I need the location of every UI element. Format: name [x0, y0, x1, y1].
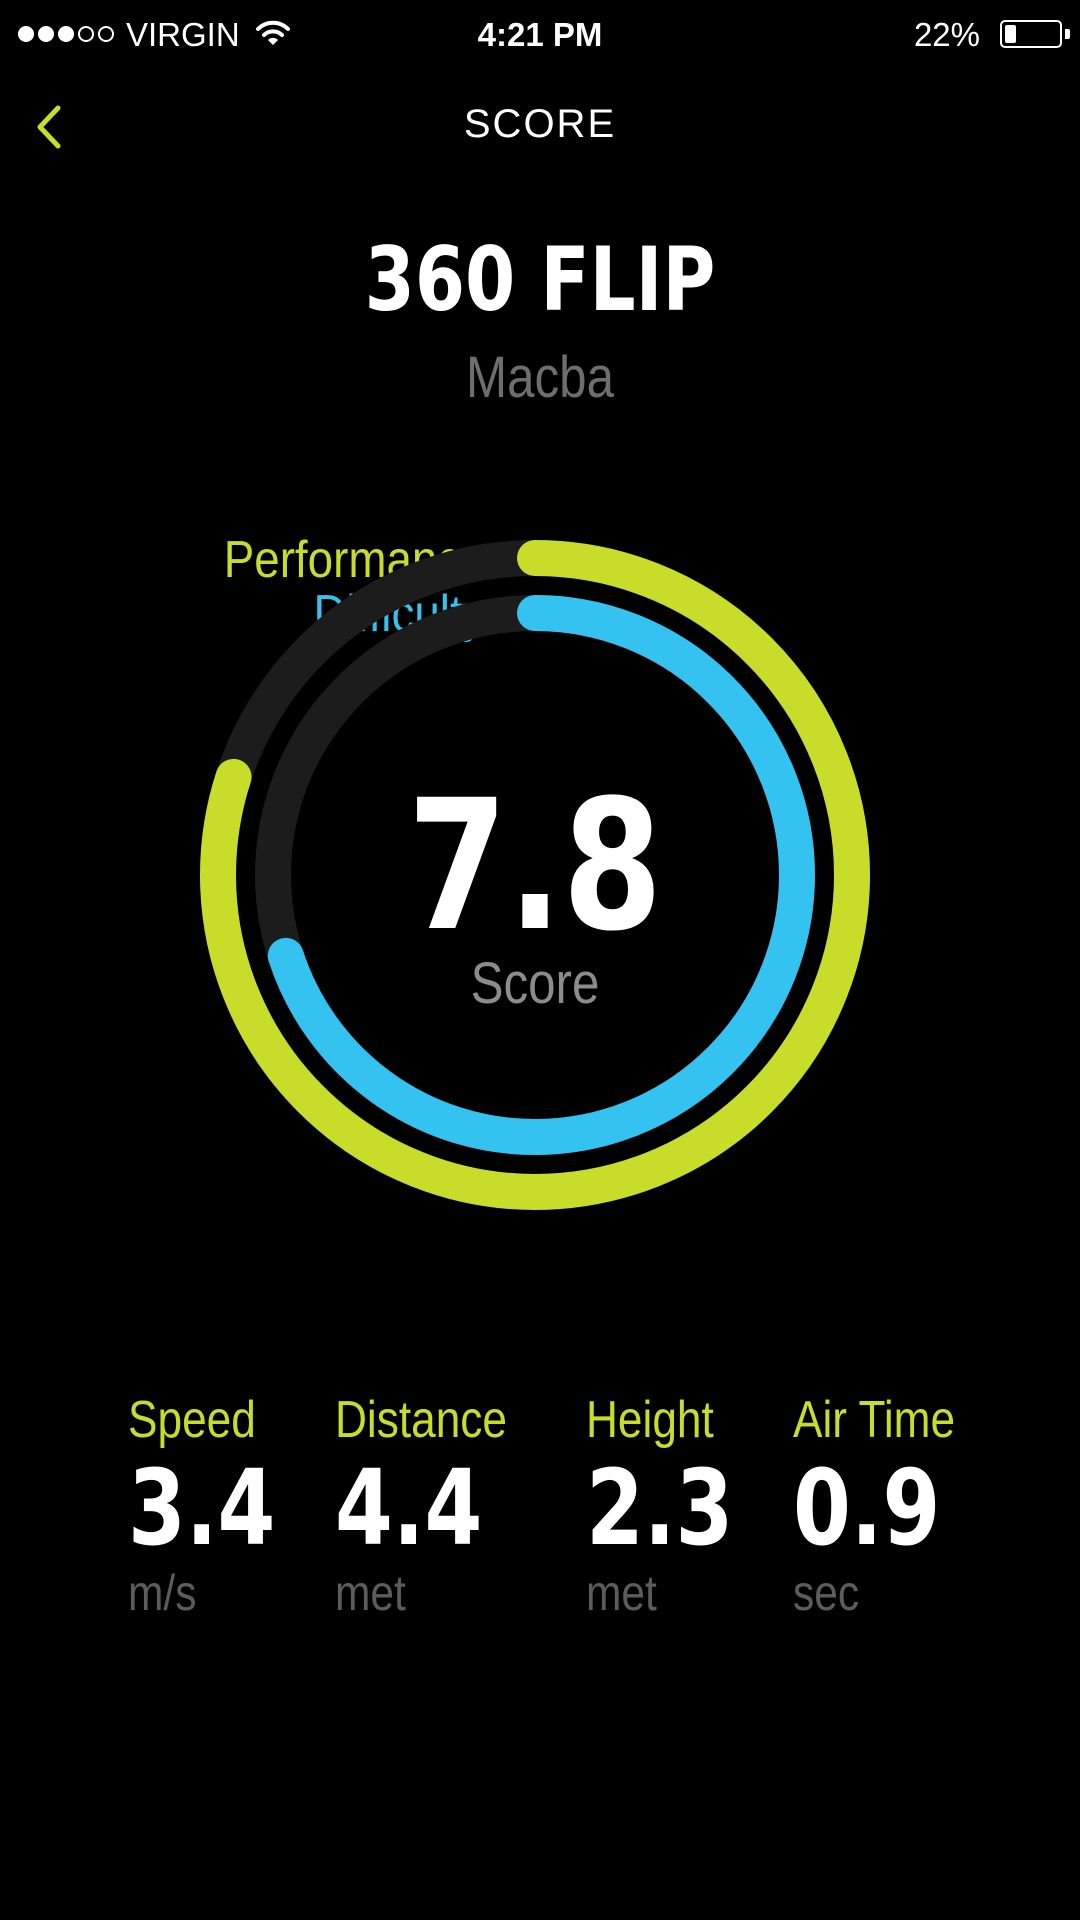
stat-value: 0.9 — [793, 1447, 941, 1569]
page-title: SCORE — [463, 102, 617, 146]
stats-row: Speed 3.4 m/s Distance 4.4 met Height 2.… — [0, 1390, 1080, 1650]
stat-unit: met — [335, 1565, 406, 1621]
score-rings: 7.8 Score — [190, 530, 880, 1220]
stat-speed: Speed 3.4 m/s — [128, 1390, 312, 1622]
stat-label: Height — [586, 1391, 714, 1449]
spot-name: Macba — [466, 345, 614, 410]
stat-label: Distance — [335, 1391, 507, 1449]
score-label: Score — [470, 951, 600, 1016]
status-bar: VIRGIN 4:21 PM 22% — [0, 0, 1080, 70]
stat-unit: met — [586, 1565, 657, 1621]
score-value: 7.8 — [407, 762, 663, 971]
battery-percent: 22% — [913, 16, 980, 53]
nav-bar: SCORE — [0, 90, 1080, 160]
trick-name: 360 FLIP — [364, 228, 716, 331]
stat-value: 3.4 — [128, 1447, 276, 1569]
stat-unit: sec — [793, 1565, 860, 1621]
stat-value: 2.3 — [586, 1447, 734, 1569]
battery-cap — [1065, 29, 1070, 39]
stat-value: 4.4 — [335, 1447, 483, 1569]
stat-label: Air Time — [793, 1391, 956, 1449]
stat-distance: Distance 4.4 met — [335, 1390, 537, 1622]
stat-height: Height 2.3 met — [586, 1390, 770, 1622]
battery-icon — [1000, 20, 1062, 48]
stat-air-time: Air Time 0.9 sec — [793, 1390, 984, 1622]
stat-label: Speed — [128, 1391, 256, 1449]
battery-level — [1005, 25, 1016, 43]
stat-unit: m/s — [128, 1565, 197, 1621]
